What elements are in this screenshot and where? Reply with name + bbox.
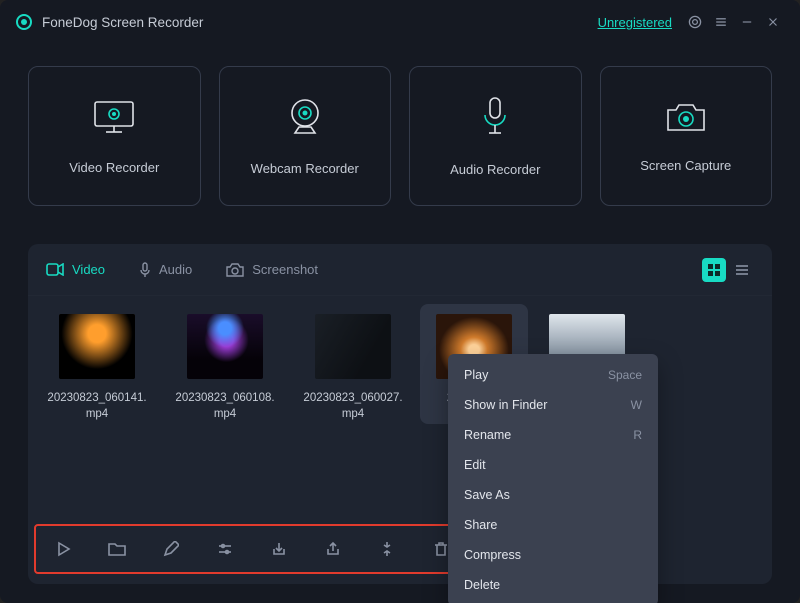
thumbnail [315, 314, 391, 379]
camera-icon [663, 99, 709, 140]
microphone-small-icon [139, 262, 151, 278]
context-menu-label: Play [464, 368, 488, 382]
play-icon[interactable] [50, 536, 76, 562]
thumbnail [187, 314, 263, 379]
context-menu-item[interactable]: Share [448, 510, 658, 540]
mode-label: Screen Capture [640, 158, 731, 173]
context-menu: Play Space Show in Finder W Rename R Edit Save … [448, 354, 658, 603]
context-menu-label: Delete [464, 578, 500, 592]
app-logo-icon [16, 14, 32, 30]
view-toggle [702, 258, 754, 282]
mode-capture[interactable]: Screen Capture [600, 66, 773, 206]
context-menu-item[interactable]: Show in Finder W [448, 390, 658, 420]
context-menu-item[interactable]: Compress [448, 540, 658, 570]
monitor-icon [91, 97, 137, 142]
minimize-icon[interactable] [734, 9, 760, 35]
mode-label: Webcam Recorder [251, 161, 359, 176]
file-name: 20230823_060027.mp4 [300, 391, 406, 422]
title-bar: FoneDog Screen Recorder Unregistered [0, 0, 800, 44]
tab-audio[interactable]: Audio [139, 262, 192, 278]
context-menu-item[interactable]: Save As [448, 480, 658, 510]
settings-icon[interactable] [682, 9, 708, 35]
edit-icon[interactable] [158, 536, 184, 562]
save-icon[interactable] [266, 536, 292, 562]
mode-label: Audio Recorder [450, 162, 540, 177]
context-menu-label: Rename [464, 428, 511, 442]
mode-audio[interactable]: Audio Recorder [409, 66, 582, 206]
file-name: 20230823_060141.mp4 [44, 391, 150, 422]
tab-label: Screenshot [252, 262, 318, 277]
share-icon[interactable] [320, 536, 346, 562]
context-menu-item[interactable]: Rename R [448, 420, 658, 450]
app-title: FoneDog Screen Recorder [42, 15, 203, 30]
microphone-icon [480, 95, 510, 144]
close-icon[interactable] [760, 9, 786, 35]
library-toolbar [34, 524, 470, 574]
mode-video[interactable]: Video Recorder [28, 66, 201, 206]
thumbnail [59, 314, 135, 379]
context-menu-item[interactable]: Play Space [448, 360, 658, 390]
library-tabs: Video Audio Screenshot [28, 244, 772, 296]
context-menu-label: Share [464, 518, 497, 532]
tab-label: Audio [159, 262, 192, 277]
mode-cards: Video Recorder Webcam Recorder Audio Rec… [0, 44, 800, 226]
context-menu-item[interactable]: Delete [448, 570, 658, 600]
library-item[interactable]: 20230823_060108.mp4 [172, 314, 278, 422]
register-link[interactable]: Unregistered [598, 15, 672, 30]
library-grid: 20230823_060141.mp4 20230823_060108.mp4 … [28, 296, 772, 584]
context-menu-label: Save As [464, 488, 510, 502]
context-menu-shortcut: Space [608, 368, 642, 382]
library-item[interactable]: 20230823_060141.mp4 [44, 314, 150, 422]
library-panel: Video Audio Screenshot [28, 244, 772, 584]
context-menu-label: Edit [464, 458, 486, 472]
tab-label: Video [72, 262, 105, 277]
grid-view-icon[interactable] [702, 258, 726, 282]
context-menu-label: Show in Finder [464, 398, 547, 412]
mode-label: Video Recorder [69, 160, 159, 175]
context-menu-shortcut: R [633, 428, 642, 442]
app-window: FoneDog Screen Recorder Unregistered [0, 0, 800, 603]
menu-icon[interactable] [708, 9, 734, 35]
camera-small-icon [226, 263, 244, 277]
context-menu-shortcut: W [631, 398, 642, 412]
webcam-icon [283, 96, 327, 143]
video-icon [46, 263, 64, 276]
compress-icon[interactable] [374, 536, 400, 562]
mode-webcam[interactable]: Webcam Recorder [219, 66, 392, 206]
sliders-icon[interactable] [212, 536, 238, 562]
tab-video[interactable]: Video [46, 262, 105, 277]
tab-screenshot[interactable]: Screenshot [226, 262, 318, 277]
folder-icon[interactable] [104, 536, 130, 562]
context-menu-item[interactable]: Edit [448, 450, 658, 480]
library-item[interactable]: 20230823_060027.mp4 [300, 314, 406, 422]
context-menu-label: Compress [464, 548, 521, 562]
list-view-icon[interactable] [730, 258, 754, 282]
file-name: 20230823_060108.mp4 [172, 391, 278, 422]
